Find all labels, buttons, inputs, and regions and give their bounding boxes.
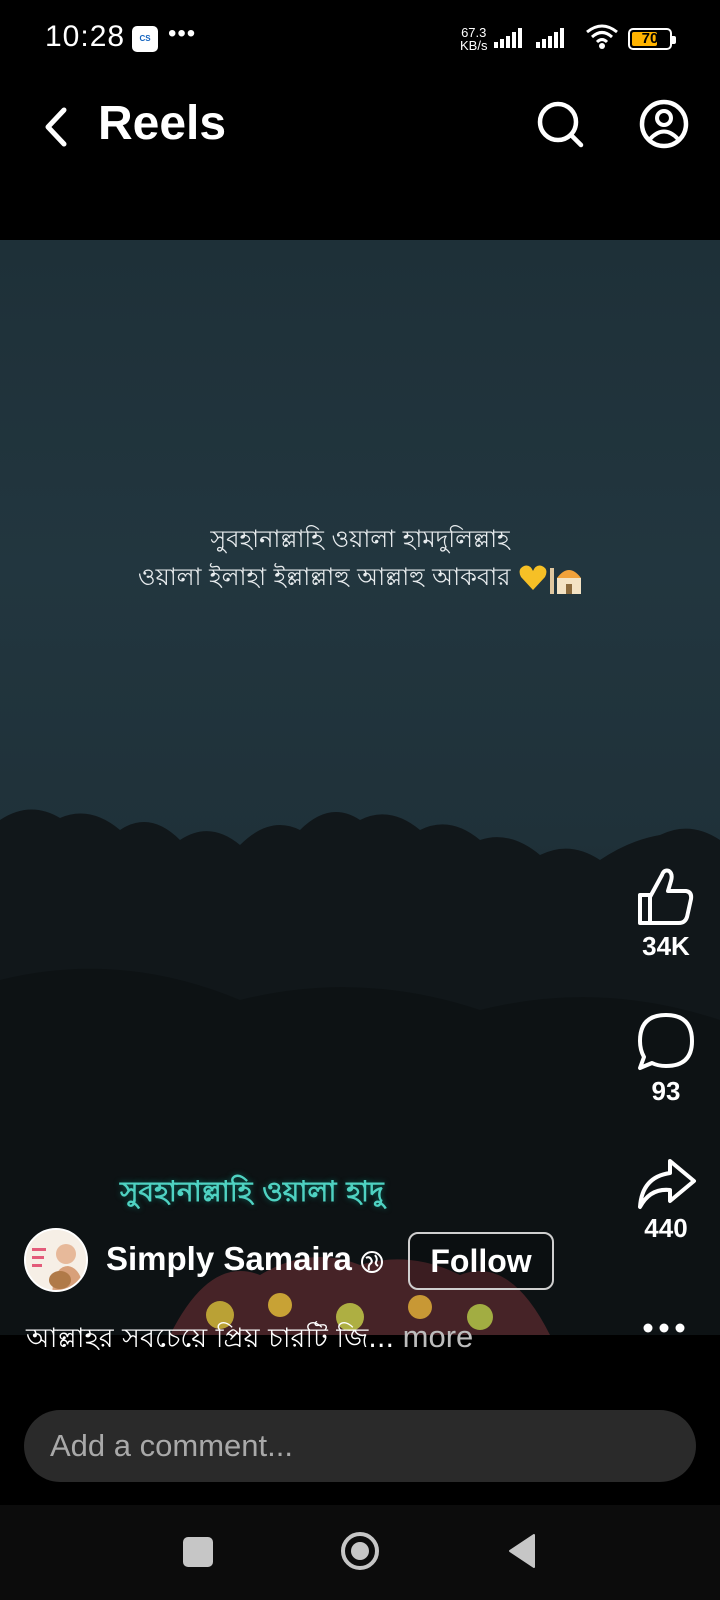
share-action[interactable]: 440 <box>621 1155 711 1244</box>
search-icon[interactable] <box>532 96 588 152</box>
more-notifications-icon: ••• <box>168 20 197 47</box>
header: Reels <box>0 80 720 240</box>
caption-more-link[interactable]: more <box>394 1319 474 1354</box>
caption-text: আল্লাহর সবচেয়ে প্রিয় চারটি জি... <box>26 1323 395 1354</box>
page-title: Reels <box>98 97 227 150</box>
comment-bubble-icon[interactable] <box>634 1010 698 1074</box>
yellow-heart-icon <box>519 565 547 590</box>
status-bar: 10:28 CS ••• 67.3 KB/s 70 <box>0 0 720 80</box>
reel-video[interactable]: সুবহানাল্লাহি ওয়ালা হামদুলিল্লাহ ওয়ালা… <box>0 240 720 1335</box>
mosque-icon <box>550 568 582 594</box>
like-action[interactable]: 34K <box>621 865 711 962</box>
like-count: 34K <box>642 931 690 961</box>
battery-percent: 70 <box>641 30 659 47</box>
network-speed-unit: KB/s <box>460 38 488 53</box>
wifi-icon <box>586 24 618 49</box>
recents-button[interactable] <box>183 1537 213 1567</box>
signal-icon-sim2 <box>536 28 564 48</box>
share-count: 440 <box>644 1213 688 1243</box>
video-overlay-caption: সুবহানাল্লাহি ওয়ালা হাদু <box>120 1175 384 1208</box>
signal-icon <box>494 28 522 48</box>
home-button[interactable] <box>340 1531 380 1571</box>
status-time: 10:28 <box>45 20 126 53</box>
follow-button[interactable]: Follow <box>408 1232 554 1290</box>
creator-name[interactable]: Simply Samaira <box>106 1240 352 1278</box>
battery-nub <box>672 36 676 44</box>
video-text-line-2: ওয়ালা ইলাহা ইল্লাল্লাহু আল্লাহু আকবার <box>137 563 511 591</box>
avatar[interactable] <box>24 1228 88 1292</box>
user-circle-icon[interactable] <box>636 96 692 152</box>
network-speed: 67.3 KB/s <box>460 26 487 52</box>
chevron-left-icon[interactable] <box>36 102 76 152</box>
video-text-line-1: সুবহানাল্লাহি ওয়ালা হামদুলিল্লাহ <box>210 525 510 553</box>
comment-count: 93 <box>651 1076 681 1106</box>
battery-icon: 70 <box>628 28 676 50</box>
reel-caption[interactable]: আল্লাহর সবচেয়ে প্রিয় চারটি জি... more <box>26 1318 473 1363</box>
video-text-line-2-row: ওয়ালা ইলাহা ইল্লাল্লাহু আল্লাহু আকবার <box>0 558 720 596</box>
share-arrow-icon[interactable] <box>634 1155 698 1211</box>
system-nav-bar <box>0 1505 720 1600</box>
globe-icon <box>361 1251 383 1273</box>
comment-input[interactable] <box>24 1410 696 1482</box>
thumbs-up-icon[interactable] <box>634 865 698 929</box>
back-triangle-button[interactable] <box>506 1533 536 1569</box>
app-notification-icon: CS <box>132 26 158 52</box>
comment-action[interactable]: 93 <box>621 1010 711 1107</box>
